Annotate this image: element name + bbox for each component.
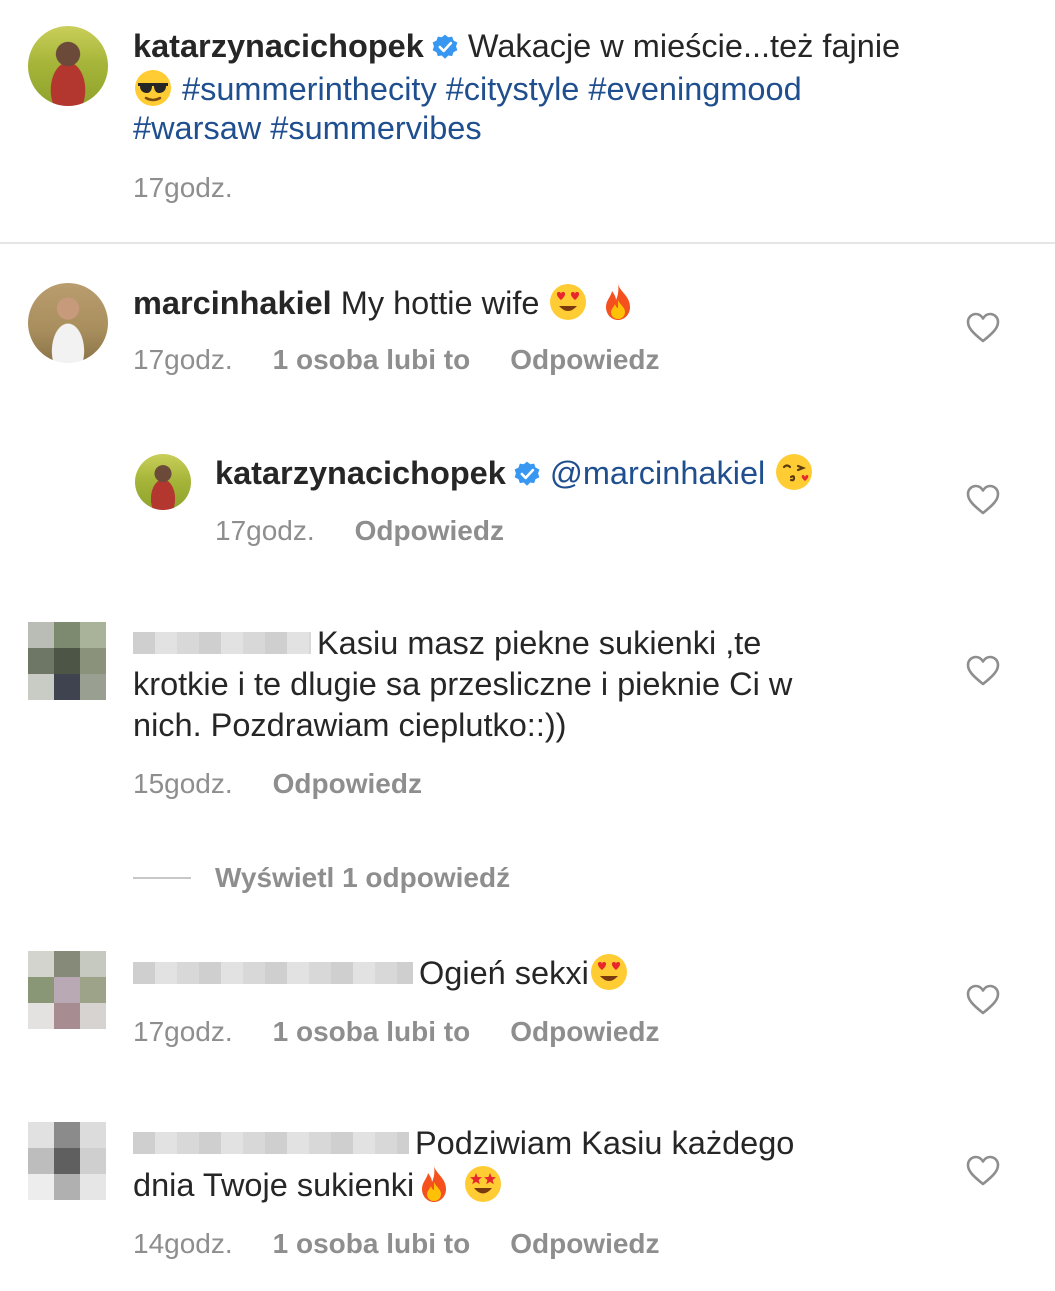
comment-text-line: Ogień sekxi [133, 952, 629, 993]
reply-meta: 17godz. Odpowiedz [215, 514, 504, 548]
kissing-heart-emoji-icon [776, 454, 813, 490]
comment-time: 15godz. [133, 768, 233, 799]
hashtag-link[interactable]: #eveningmood [588, 71, 801, 107]
sunglasses-emoji-icon [135, 70, 171, 106]
hashtag-link[interactable]: #warsaw [133, 110, 261, 146]
reply-username[interactable]: katarzynacichopek [215, 455, 506, 491]
comment-text-line: krotkie i te dlugie sa przesliczne i pie… [133, 664, 792, 704]
like-heart-icon[interactable] [966, 1155, 1000, 1187]
comment-text-line: marcinhakiel My hottie wife [133, 282, 638, 323]
view-replies-button[interactable]: Wyświetl 1 odpowiedź [215, 861, 510, 895]
comment-meta: 17godz. 1 osoba lubi to Odpowiedz [133, 343, 660, 377]
comment-text: Podziwiam Kasiu każdego [415, 1125, 795, 1161]
blurred-username[interactable] [133, 632, 311, 654]
fire-emoji-icon [605, 284, 630, 320]
reply-button[interactable]: Odpowiedz [273, 768, 422, 799]
post-caption-line2: #summerinthecity #citystyle #eveningmood [133, 68, 802, 109]
hashtag-link[interactable]: #summerinthecity [182, 71, 437, 107]
post-caption-text: Wakacje w mieście...też fajnie [467, 28, 901, 64]
reply-time: 17godz. [215, 515, 315, 546]
hashtag-link[interactable]: #summervibes [270, 110, 481, 146]
comment-meta: 14godz. 1 osoba lubi to Odpowiedz [133, 1227, 660, 1261]
comment-time: 17godz. [133, 1016, 233, 1047]
fire-emoji-icon [422, 1166, 447, 1202]
post-caption-line3: #warsaw #summervibes [133, 108, 482, 148]
reply-button[interactable]: Odpowiedz [355, 515, 504, 546]
comment-text: krotkie i te dlugie sa przesliczne i pie… [133, 666, 793, 702]
comment-time: 14godz. [133, 1228, 233, 1259]
likes-count-link[interactable]: 1 osoba lubi to [273, 1016, 471, 1047]
reply-text-line: katarzynacichopek @marcinhakiel [215, 452, 814, 493]
view-replies-line [133, 877, 191, 879]
comment-avatar[interactable] [28, 283, 108, 363]
heart-eyes-emoji-icon [590, 954, 627, 990]
comment-time: 17godz. [133, 344, 233, 375]
caption-divider [0, 242, 1055, 244]
comment-text-line: dnia Twoje sukienki [133, 1164, 503, 1205]
reply-button[interactable]: Odpowiedz [510, 1016, 659, 1047]
like-heart-icon[interactable] [966, 984, 1000, 1016]
blurred-username[interactable] [133, 1132, 409, 1154]
blurred-avatar[interactable] [28, 1122, 108, 1202]
likes-count-link[interactable]: 1 osoba lubi to [273, 344, 471, 375]
comment-text-line: Podziwiam Kasiu każdego [133, 1123, 794, 1163]
like-heart-icon[interactable] [966, 655, 1000, 687]
post-time: 17godz. [133, 172, 233, 203]
comment-text: Ogień sekxi [419, 955, 589, 991]
post-author-avatar[interactable] [28, 26, 108, 106]
post-caption-line1: katarzynacichopek Wakacje w mieście...też… [133, 26, 900, 66]
comment-text-line: nich. Pozdrawiam cieplutko::)) [133, 705, 567, 745]
comment-text-line: Kasiu masz piekne sukienki ,te [133, 623, 761, 663]
hashtag-link[interactable]: #citystyle [446, 71, 580, 107]
mention-link[interactable]: @marcinhakiel [550, 455, 765, 491]
reply-button[interactable]: Odpowiedz [510, 344, 659, 375]
comment-text: nich. Pozdrawiam cieplutko::)) [133, 707, 567, 743]
comment-meta: 15godz. Odpowiedz [133, 767, 422, 801]
verified-badge-icon [432, 34, 458, 60]
blurred-avatar[interactable] [28, 622, 108, 702]
post-author-username[interactable]: katarzynacichopek [133, 28, 424, 64]
comment-username[interactable]: marcinhakiel [133, 285, 332, 321]
comment-text: dnia Twoje sukienki [133, 1167, 415, 1203]
reply-avatar[interactable] [135, 454, 191, 510]
verified-badge-icon [514, 461, 540, 487]
likes-count-link[interactable]: 1 osoba lubi to [273, 1228, 471, 1259]
like-heart-icon[interactable] [966, 484, 1000, 516]
reply-button[interactable]: Odpowiedz [510, 1228, 659, 1259]
comment-meta: 17godz. 1 osoba lubi to Odpowiedz [133, 1015, 660, 1049]
heart-eyes-emoji-icon [550, 284, 587, 320]
blurred-avatar[interactable] [28, 951, 108, 1031]
post-timestamp: 17godz. [133, 171, 233, 205]
comment-text: My hottie wife [340, 285, 540, 321]
star-struck-emoji-icon [465, 1166, 502, 1202]
like-heart-icon[interactable] [966, 312, 1000, 344]
view-replies-label: Wyświetl 1 odpowiedź [215, 862, 511, 893]
comment-text: Kasiu masz piekne sukienki ,te [317, 625, 762, 661]
blurred-username[interactable] [133, 962, 413, 984]
